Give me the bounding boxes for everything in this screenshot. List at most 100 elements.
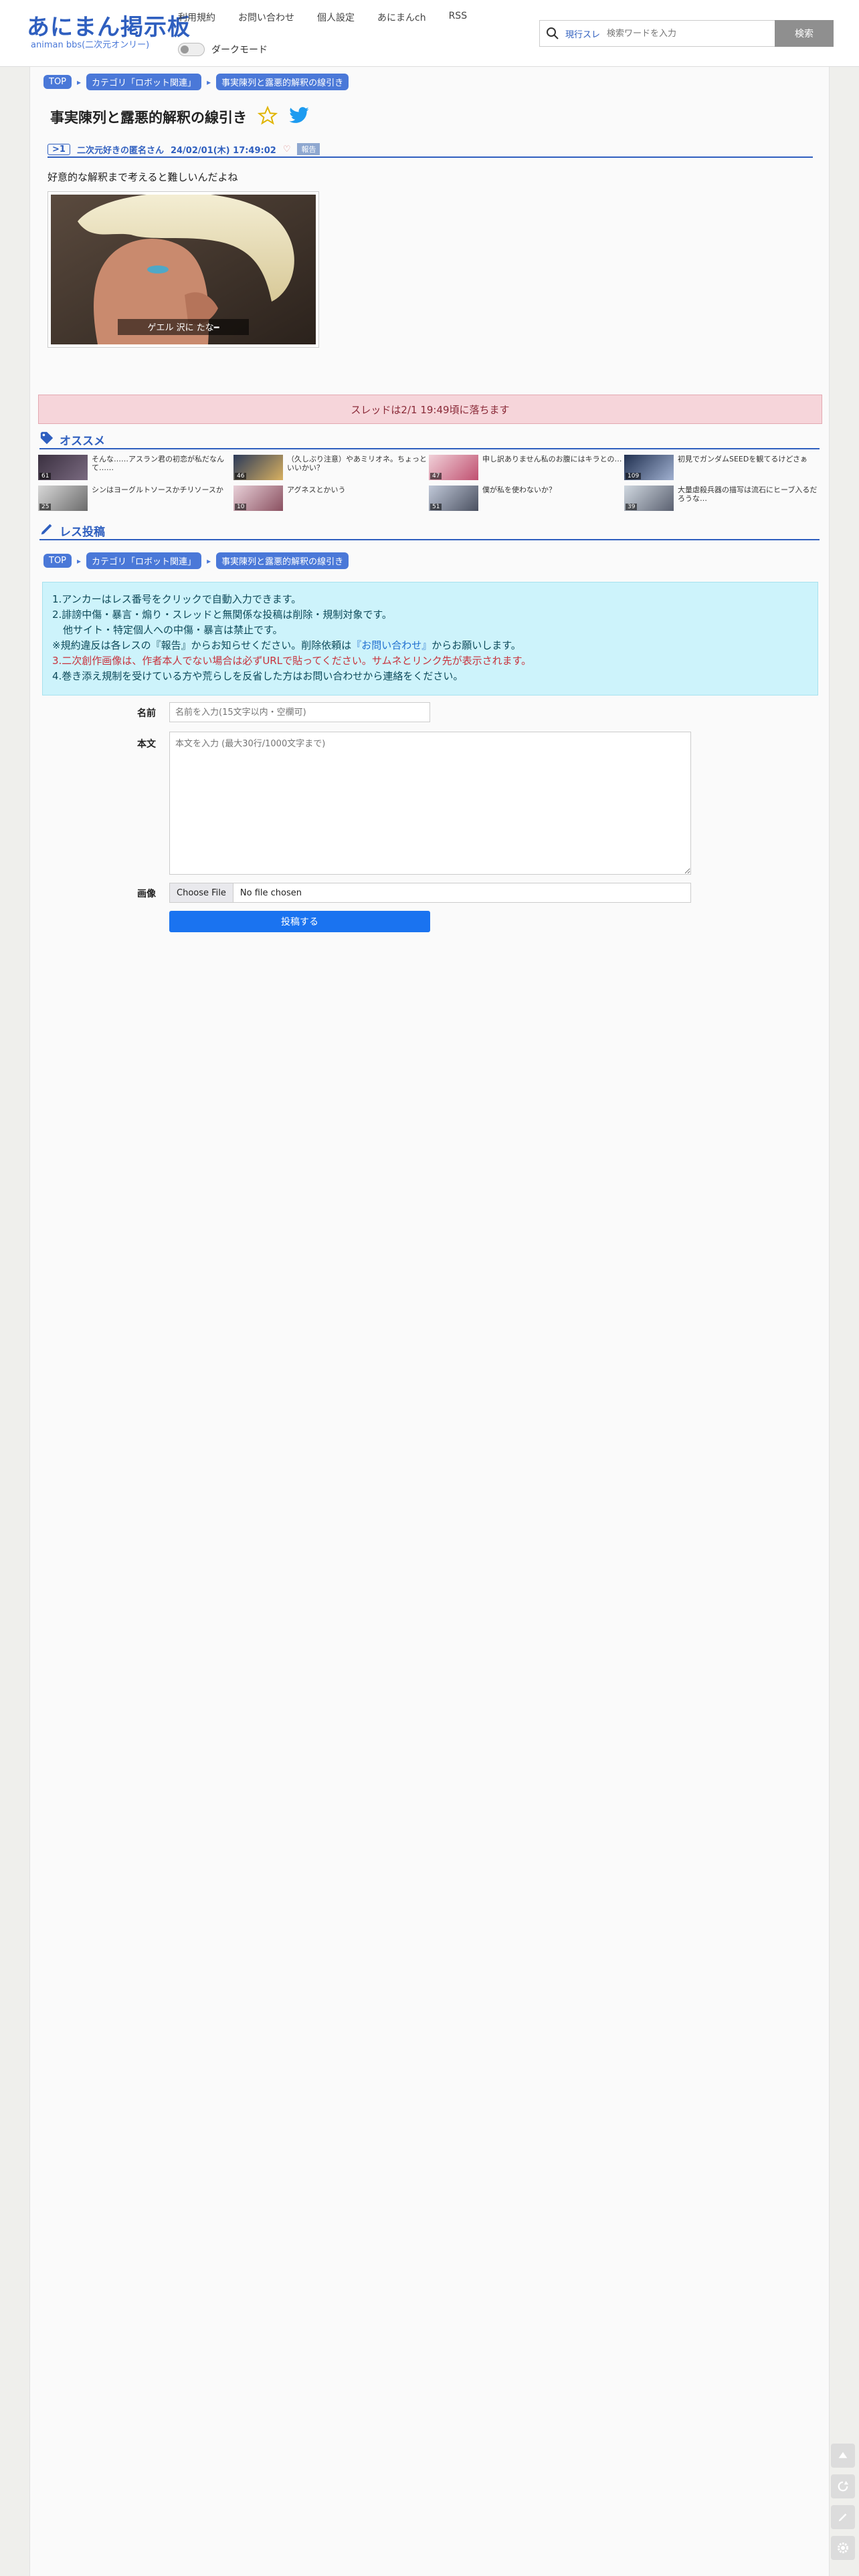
recommend-item[interactable]: 47 申し訳ありません私のお腹にはキラとの… — [429, 455, 624, 480]
post-body: 好意的な解釈まで考えると難しいんだよね — [47, 171, 238, 183]
breadcrumb-thread[interactable]: 事実陳列と露悪的解釈の線引き — [216, 74, 349, 90]
post-header: >1 二次元好きの匿名さん 24/02/01(木) 17:49:02 ♡ 報告 — [47, 142, 813, 158]
search-icon — [540, 21, 565, 46]
logo-subtitle: animan bbs(二次元オンリー) — [31, 40, 150, 50]
rule-line: 3.二次創作画像は、作者本人でない場合は必ずURLで貼ってください。サムネとリン… — [52, 653, 808, 669]
reload-icon[interactable] — [831, 2474, 855, 2498]
dark-mode-label: ダークモード — [211, 45, 268, 56]
recommend-item[interactable]: 109 初見でガンダムSEEDを観てるけどさぁ — [624, 455, 820, 480]
edit-icon[interactable] — [831, 2505, 855, 2529]
name-field[interactable] — [169, 702, 430, 722]
dark-mode-control: ダークモード — [178, 43, 268, 56]
search-input[interactable] — [605, 21, 766, 45]
posting-rules: 1.アンカーはレス番号をクリックで自動入力できます。 2.誹謗中傷・暴言・煽り・… — [42, 582, 818, 695]
nav-rss[interactable]: RSS — [449, 11, 468, 24]
breadcrumb-separator-icon: ▸ — [77, 556, 82, 566]
recommend-title-text: （久しぶり注意）やあミリオネ。ちょっといいかい？ — [287, 455, 427, 472]
gear-icon[interactable] — [831, 2536, 855, 2560]
comment-count: 109 — [626, 473, 642, 479]
contact-link[interactable]: 『お問い合わせ』 — [351, 639, 432, 651]
search-scope[interactable]: 現行スレ — [565, 27, 605, 40]
rule-line: ※規約違反は各レスの『報告』からお知らせください。削除依頼は『お問い合わせ』から… — [52, 638, 808, 653]
logo-text: あにまん掲示板 — [27, 14, 191, 41]
recommend-thumbnail: 51 — [429, 486, 478, 511]
site-header: あにまん掲示板 animan bbs(二次元オンリー) 利用規約 お問い合わせ … — [0, 0, 859, 67]
recommend-header: オススメ — [39, 431, 820, 449]
rule-line: 4.巻き添え規制を受けている方や荒らしを反省した方はお問い合わせから連絡をくださ… — [52, 670, 464, 682]
recommend-item[interactable]: 25 シンはヨーグルトソースかチリソースか — [38, 486, 233, 511]
thread-closing-notice: スレッドは2/1 19:49頃に落ちます — [38, 395, 822, 424]
recommend-thumbnail: 61 — [38, 455, 88, 480]
comment-count: 51 — [430, 504, 442, 510]
pencil-icon — [39, 522, 54, 540]
recommend-title-text: 僕が私を使わないか？ — [482, 486, 556, 494]
image-label: 画像 — [137, 889, 156, 899]
recommend-item[interactable]: 39 大量虐殺兵器の描写は流石にヒーブ入るだろうな… — [624, 486, 820, 511]
breadcrumb-top[interactable]: TOP — [43, 554, 72, 568]
comment-count: 39 — [626, 504, 638, 510]
heart-icon[interactable]: ♡ — [283, 144, 291, 154]
recommend-thumbnail: 25 — [38, 486, 88, 511]
recommend-item[interactable]: 61 そんな……アスラン君の初恋が私だなんて…… — [38, 455, 233, 480]
rule-text: からお願いします。 — [432, 639, 521, 651]
breadcrumb-thread[interactable]: 事実陳列と露悪的解釈の線引き — [216, 552, 349, 569]
submit-button[interactable]: 投稿する — [169, 911, 430, 932]
post-image[interactable]: ゲエル 沢に たな━ — [47, 191, 319, 348]
breadcrumb: TOP ▸ カテゴリ「ロボット関連」 ▸ 事実陳列と露悪的解釈の線引き — [43, 74, 349, 90]
recommend-title-text: アグネスとかいう — [287, 486, 346, 494]
rule-line: 2.誹謗中傷・暴言・煽り・スレッドと無関係な投稿は削除・規制対象です。 — [52, 609, 392, 621]
thread-title: 事実陳列と露悪的解釈の線引き — [50, 110, 247, 126]
recommend-thumbnail: 10 — [233, 486, 283, 511]
recommend-thumbnail: 109 — [624, 455, 674, 480]
image-caption: ゲエル 沢に たな━ — [147, 323, 219, 333]
recommend-item[interactable]: 51 僕が私を使わないか？ — [429, 486, 624, 511]
dark-mode-toggle[interactable] — [178, 43, 205, 56]
recommend-item[interactable]: 10 アグネスとかいう — [233, 486, 429, 511]
recommend-thumbnail: 39 — [624, 486, 674, 511]
search-button[interactable]: 検索 — [775, 20, 834, 47]
scroll-top-icon[interactable] — [831, 2444, 855, 2468]
body-field[interactable] — [169, 732, 691, 875]
choose-file-button[interactable]: Choose File — [170, 883, 233, 902]
comment-count: 61 — [39, 473, 52, 479]
twitter-share-icon[interactable] — [288, 106, 310, 128]
rule-text-warning: 作者本人でない場合は必ずURLで貼ってください。サムネとリンク先が表示されます。 — [142, 655, 532, 667]
rule-text: ※規約違反は各レスの『報告』からお知らせください。削除依頼は — [52, 639, 352, 651]
nav-settings[interactable]: 個人設定 — [317, 11, 355, 24]
image-file-input[interactable]: Choose File No file chosen — [169, 883, 691, 903]
recommend-thumbnail: 47 — [429, 455, 478, 480]
nav-animanch[interactable]: あにまんch — [377, 11, 426, 24]
comment-count: 46 — [235, 473, 247, 479]
breadcrumb-category[interactable]: カテゴリ「ロボット関連」 — [86, 552, 202, 569]
recommend-list: 61 そんな……アスラン君の初恋が私だなんて…… 46 （久しぶり注意）やあミリオネ… — [38, 455, 821, 511]
main-column: TOP ▸ カテゴリ「ロボット関連」 ▸ 事実陳列と露悪的解釈の線引き 事実陳列… — [29, 67, 830, 2576]
recommend-item[interactable]: 46 （久しぶり注意）やあミリオネ。ちょっといいかい？ — [233, 455, 429, 480]
name-label: 名前 — [137, 708, 156, 719]
floating-buttons — [831, 2444, 855, 2560]
body-label: 本文 — [137, 739, 156, 750]
breadcrumb-category[interactable]: カテゴリ「ロボット関連」 — [86, 74, 202, 90]
comment-count: 10 — [235, 504, 247, 510]
thread-title-row: 事実陳列と露悪的解釈の線引き — [50, 105, 310, 128]
tag-icon — [39, 431, 54, 449]
search-bar: 現行スレ 検索 — [539, 20, 834, 47]
rule-line: 1.アンカーはレス番号をクリックで自動入力できます。 — [52, 593, 302, 605]
post-number[interactable]: >1 — [47, 143, 70, 155]
breadcrumb-separator-icon: ▸ — [207, 556, 211, 566]
nav-terms[interactable]: 利用規約 — [178, 11, 215, 24]
nav-contact[interactable]: お問い合わせ — [238, 11, 294, 24]
site-logo[interactable]: あにまん掲示板 animan bbs(二次元オンリー) — [27, 15, 191, 51]
recommend-title-text: 申し訳ありません私のお腹にはキラとの… — [482, 455, 622, 463]
recommend-thumbnail: 46 — [233, 455, 283, 480]
breadcrumb-bottom: TOP ▸ カテゴリ「ロボット関連」 ▸ 事実陳列と露悪的解釈の線引き — [43, 552, 349, 569]
post-author: 二次元好きの匿名さん — [76, 145, 164, 156]
rule-text: 3.二次創作画像は、 — [52, 655, 142, 667]
recommend-title-text: 初見でガンダムSEEDを観てるけどさぁ — [678, 455, 808, 463]
favorite-star-icon[interactable] — [257, 105, 278, 128]
breadcrumb-separator-icon: ▸ — [77, 77, 82, 87]
report-button[interactable]: 報告 — [297, 143, 320, 155]
rule-line: 他サイト・特定個人への中傷・暴言は禁止です。 — [63, 624, 283, 636]
breadcrumb-separator-icon: ▸ — [207, 77, 211, 87]
recommend-title: オススメ — [60, 434, 105, 448]
breadcrumb-top[interactable]: TOP — [43, 75, 72, 89]
